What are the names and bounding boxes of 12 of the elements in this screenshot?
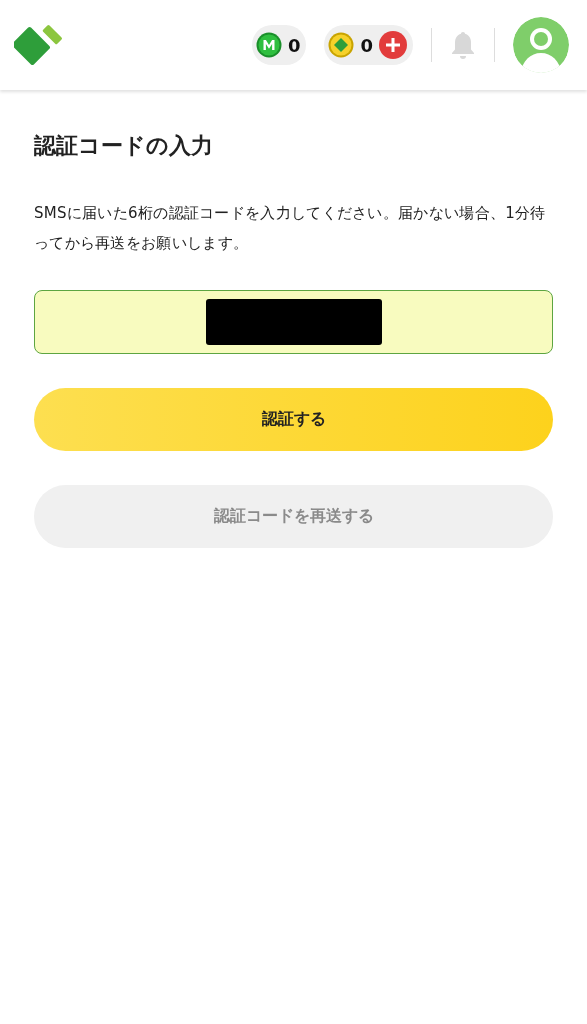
code-input-field[interactable] bbox=[34, 290, 553, 354]
m-coin-icon bbox=[255, 32, 282, 58]
plus-icon[interactable] bbox=[379, 31, 407, 59]
points-count: 0 bbox=[287, 34, 301, 56]
coin-icon bbox=[328, 32, 355, 58]
page-title: 認証コードの入力 bbox=[34, 132, 214, 160]
points-badge[interactable]: 0 bbox=[324, 25, 413, 65]
avatar-icon[interactable] bbox=[513, 17, 569, 73]
points-badge[interactable]: 0 bbox=[251, 25, 307, 65]
points-count: 0 bbox=[360, 34, 373, 56]
instruction-text: SMSに届いた6桁の認証コードを入力してください。届かない場合、1分待ってから再送をお願いします。 bbox=[34, 203, 547, 254]
verify-button[interactable]: 認証する bbox=[34, 388, 553, 451]
